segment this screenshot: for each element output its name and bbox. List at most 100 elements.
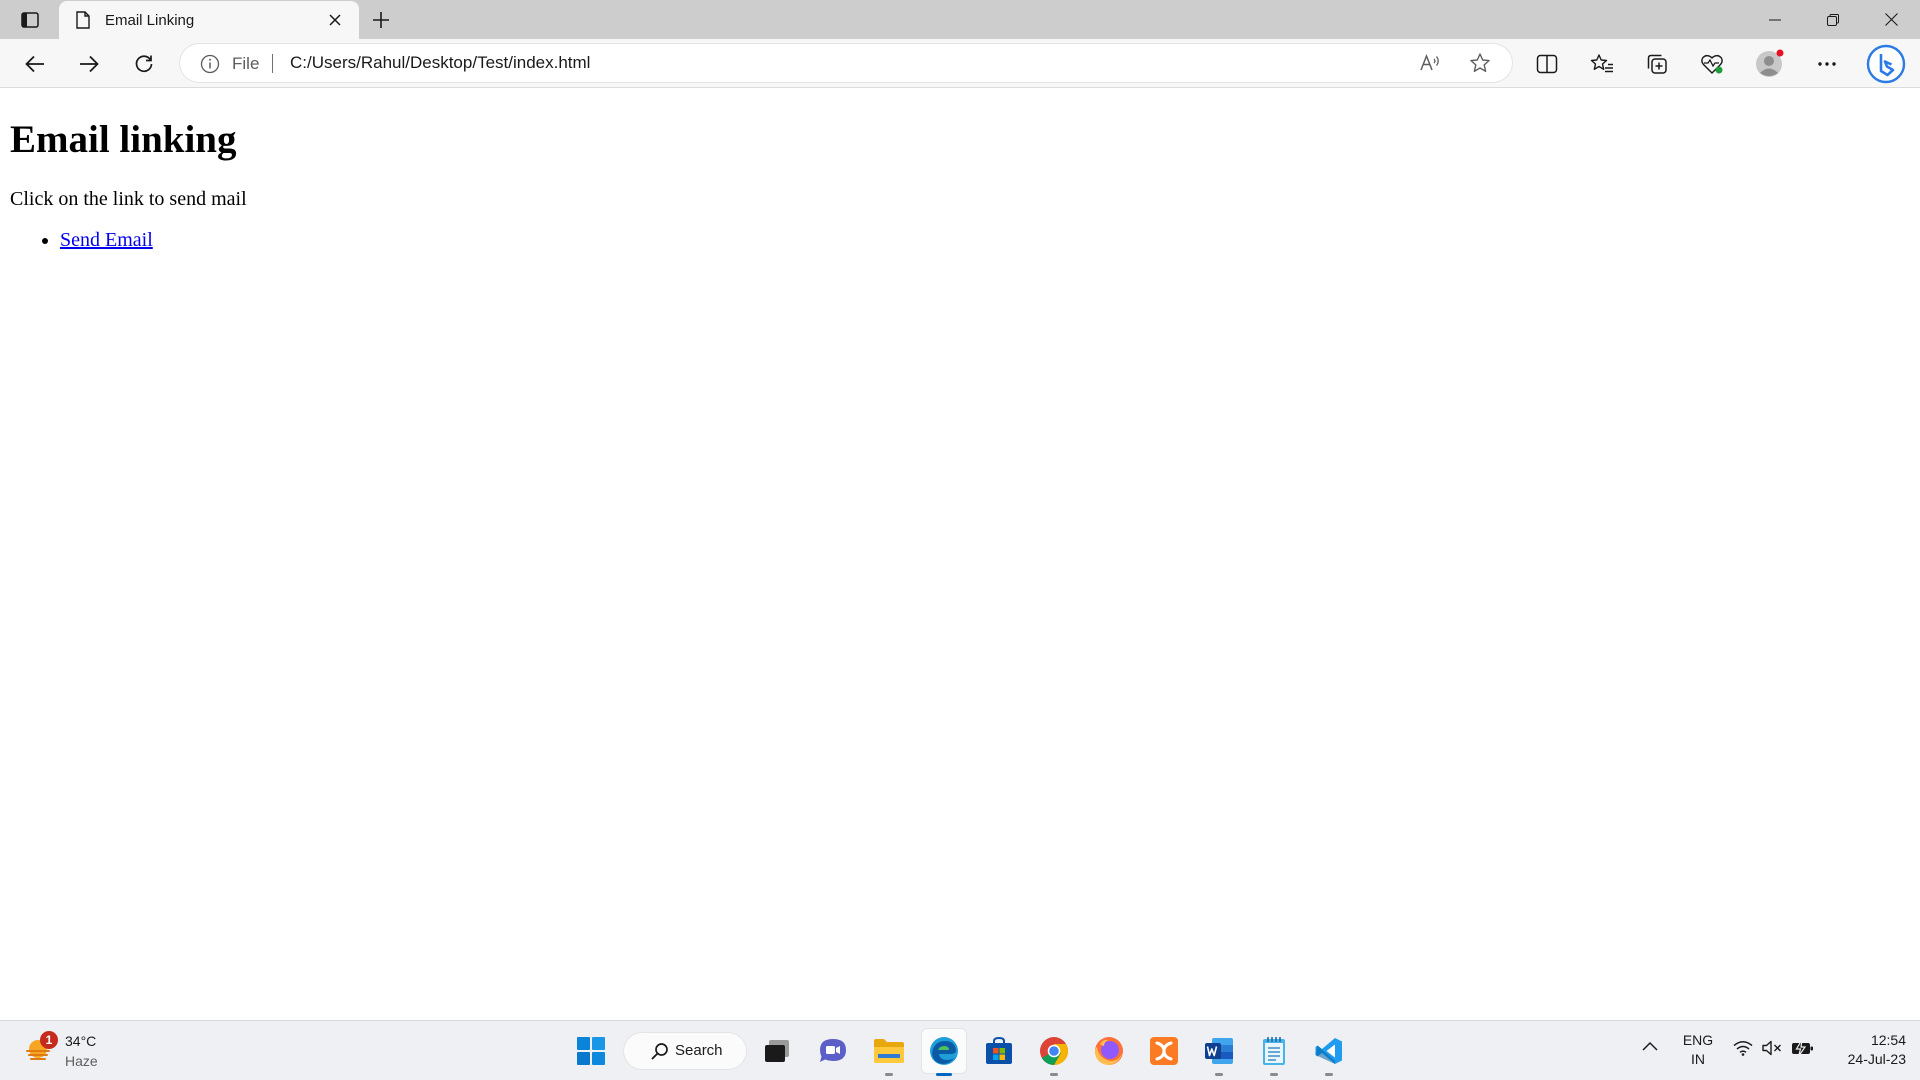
new-tab-button[interactable] [366,5,396,35]
link-list: Send Email [10,229,153,252]
weather-widget[interactable]: 1 34°C Haze [24,1031,124,1073]
tab-actions-icon [21,12,39,28]
taskbar-search-button[interactable]: Search [624,1033,746,1069]
windows-logo-icon [577,1037,605,1065]
close-window-button[interactable] [1862,0,1920,39]
word-button[interactable] [1197,1029,1241,1076]
language-code: ENG [1682,1032,1714,1048]
close-icon [1884,13,1898,26]
search-icon [651,1043,668,1060]
forward-button[interactable] [72,47,106,81]
task-view-button[interactable] [755,1029,799,1073]
running-indicator [1050,1073,1058,1076]
minimize-button[interactable] [1746,0,1804,39]
clock[interactable]: 12:54 24-Jul-23 [1828,1031,1906,1069]
language-indicator[interactable]: ENG IN [1680,1031,1716,1069]
collections-icon [1647,54,1667,74]
show-hidden-icons-button[interactable] [1642,1041,1658,1051]
back-button[interactable] [18,47,52,81]
region-code: IN [1691,1051,1705,1067]
close-icon [329,14,341,26]
battery-charging-icon [1792,1039,1813,1057]
favorites-button[interactable] [1584,47,1620,81]
page-icon [74,10,92,30]
avatar-icon [1756,49,1784,77]
plus-icon [373,12,389,28]
url-text[interactable]: C:/Users/Rahul/Desktop/Test/index.html [290,53,590,73]
xampp-icon [1150,1037,1178,1065]
send-email-link[interactable]: Send Email [60,229,153,251]
word-icon [1205,1038,1233,1064]
notepad-button[interactable] [1252,1029,1296,1076]
collections-button[interactable] [1639,47,1675,81]
running-indicator [1215,1073,1223,1076]
store-icon [986,1036,1012,1064]
network-status[interactable] [1733,1040,1753,1056]
xampp-button[interactable] [1142,1029,1186,1073]
chat-icon [820,1039,846,1062]
weather-condition: Haze [65,1053,98,1069]
task-view-icon [765,1040,789,1062]
read-aloud-button[interactable] [1415,49,1445,77]
microsoft-store-button[interactable] [977,1029,1021,1073]
chevron-up-icon [1642,1041,1658,1051]
file-explorer-button[interactable] [867,1029,911,1076]
tab-close-button[interactable] [323,8,347,32]
heart-pulse-icon [1701,54,1723,74]
split-screen-button[interactable] [1529,47,1565,81]
restore-button[interactable] [1804,0,1862,39]
split-screen-icon [1536,54,1558,74]
browser-toolbar: File C:/Users/Rahul/Desktop/Test/index.h… [0,39,1920,88]
page-paragraph: Click on the link to send mail [10,188,247,210]
bing-icon [1866,44,1906,84]
restore-icon [1827,13,1839,26]
tab-email-linking[interactable]: Email Linking [59,1,359,39]
url-scheme-label: File [232,54,260,73]
favorite-star-button[interactable] [1465,49,1495,77]
edge-browser-button[interactable] [922,1029,966,1076]
firefox-browser-button[interactable] [1087,1029,1131,1073]
browser-essentials-button[interactable] [1694,47,1730,81]
clock-date: 24-Jul-23 [1847,1051,1906,1067]
folder-icon [874,1039,904,1063]
running-indicator [1325,1073,1333,1076]
minimize-icon [1769,19,1781,20]
chrome-browser-button[interactable] [1032,1029,1076,1076]
refresh-icon [135,55,153,73]
volume-status[interactable] [1762,1040,1782,1056]
edge-icon [930,1037,958,1065]
web-page-content: Email linking Click on the link to send … [0,89,1920,1020]
weather-temperature: 34°C [65,1033,97,1049]
battery-status[interactable] [1791,1039,1815,1057]
more-dots-icon [1818,62,1836,66]
star-icon [1470,53,1490,72]
address-bar[interactable]: File C:/Users/Rahul/Desktop/Test/index.h… [180,44,1512,82]
refresh-button[interactable] [127,47,161,81]
taskbar: 1 34°C Haze Search ENG IN 12:54 24-Jul-2… [0,1020,1920,1080]
vscode-button[interactable] [1307,1029,1351,1076]
profile-button[interactable] [1751,47,1787,81]
tab-actions-button[interactable] [14,6,46,34]
info-icon[interactable] [200,54,220,74]
teams-chat-button[interactable] [811,1029,855,1073]
favorites-icon [1590,54,1613,73]
volume-muted-icon [1762,1040,1781,1056]
vscode-icon [1315,1038,1342,1064]
tab-title: Email Linking [105,11,195,29]
search-label: Search [675,1042,723,1059]
running-indicator [885,1073,893,1076]
read-aloud-icon [1420,53,1439,71]
page-heading: Email linking [10,118,237,161]
start-button[interactable] [569,1029,613,1073]
running-indicator [936,1073,952,1076]
firefox-icon [1095,1037,1123,1065]
arrow-left-icon [25,55,44,73]
settings-more-button[interactable] [1809,47,1845,81]
running-indicator [1270,1073,1278,1076]
clock-time: 12:54 [1870,1032,1906,1048]
wifi-icon [1733,1041,1753,1056]
chrome-icon [1040,1037,1068,1065]
window-controls [1746,0,1920,39]
bing-chat-button[interactable] [1865,43,1907,85]
notification-badge: 1 [40,1031,58,1049]
